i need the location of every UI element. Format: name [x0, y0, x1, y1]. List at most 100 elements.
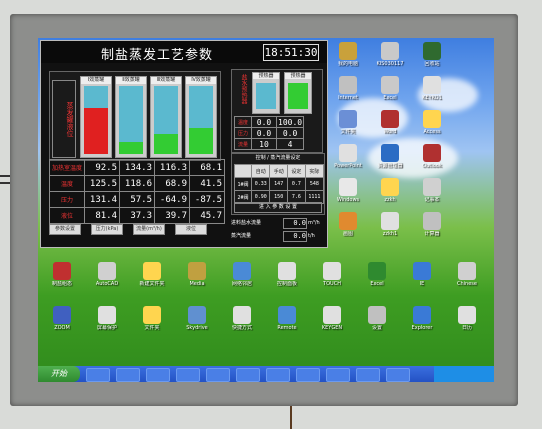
window-title: 制盐蒸发工艺参数 [101, 48, 214, 63]
desktop-icon-label: Outlook [422, 163, 442, 169]
table-row: 温度 125.5 118.6 68.9 41.5 [49, 175, 225, 192]
taskbar-button[interactable] [206, 368, 230, 382]
taskbar-button[interactable] [356, 368, 380, 382]
desktop-icon[interactable]: 文件夹 [132, 306, 172, 342]
row-label: 流量 [234, 138, 252, 150]
desktop-icon[interactable]: 设置 [357, 306, 397, 342]
taskbar-button[interactable] [326, 368, 350, 382]
desktop-icon[interactable]: Windows [328, 178, 368, 214]
row-label: 温度 [49, 175, 85, 192]
desktop-icon[interactable]: Skydrive [177, 306, 217, 342]
desktop-icon[interactable]: Outlook [412, 144, 452, 180]
desktop-icon[interactable]: IE [402, 262, 442, 298]
taskbar-button[interactable] [176, 368, 200, 382]
desktop-icon-glyph [381, 42, 399, 60]
desktop-icon[interactable]: TOUCH [312, 262, 352, 298]
desktop-icon[interactable]: 计算器 [412, 212, 452, 248]
desktop-icon[interactable]: 控制面板 [267, 262, 307, 298]
desktop-icon[interactable]: Media [177, 262, 217, 298]
flow-unit: t/h [308, 233, 315, 239]
tab-0[interactable]: 参数设置 [49, 224, 81, 235]
desktop-icon[interactable]: Chinese [447, 262, 487, 298]
table-cell: 0.0 [275, 127, 305, 139]
taskbar-button[interactable] [296, 368, 320, 382]
desktop-icon[interactable]: 日历 [447, 306, 487, 342]
column-header: 实际 [304, 164, 325, 178]
taskbar-button[interactable] [386, 368, 410, 382]
evaporator-tank: Ⅱ效蒸罐 [115, 76, 147, 158]
desktop-icon[interactable]: AutoCAD [87, 262, 127, 298]
table-cell: 39.7 [154, 207, 190, 224]
desktop-icon[interactable]: 画图 [328, 212, 368, 248]
taskbar-button[interactable] [116, 368, 140, 382]
evaporator-tank: Ⅲ效蒸罐 [150, 76, 182, 158]
flow-label: 进料盐水流量 [231, 220, 262, 226]
tab-3[interactable]: 液位 [175, 224, 207, 235]
desktop-icon[interactable]: 网络邻居 [222, 262, 262, 298]
desktop-icon[interactable]: KEYKO1 [412, 76, 452, 112]
enter-settings-button[interactable]: 进 入 参 数 设 置 [234, 202, 322, 213]
desktop-icon-glyph [339, 144, 357, 162]
table-cell: 125.5 [84, 175, 120, 192]
desktop-icon[interactable]: Explorer [402, 306, 442, 342]
desktop-icon-label: 制盐组态 [51, 281, 72, 287]
desktop-icon[interactable]: 记事本 [412, 178, 452, 214]
desktop-icon[interactable]: Excel [357, 262, 397, 298]
desktop-icon[interactable]: Word [370, 110, 410, 146]
start-button[interactable]: 开始 [38, 366, 80, 382]
table-cell: 100.0 [275, 116, 305, 128]
preheater-tank: 预热器 [252, 72, 280, 114]
desktop-icon-glyph [323, 306, 341, 324]
desktop-icon-glyph [339, 42, 357, 60]
desktop-icon-glyph [339, 110, 357, 128]
desktop-icon-label: TOUCH [323, 281, 341, 287]
taskbar-button[interactable] [266, 368, 290, 382]
desktop-icon-label: KIS030117 [376, 61, 404, 67]
flow-row: 蒸汽流量 0.0 t/h [231, 231, 323, 242]
taskbar-button[interactable] [86, 368, 110, 382]
desktop-icon[interactable]: 资源管理器 [370, 144, 410, 180]
row-label: 液位 [49, 207, 85, 224]
desktop-icon[interactable]: zzkh1 [370, 212, 410, 248]
window-title-bar: 制盐蒸发工艺参数 18:51:30 [41, 41, 327, 63]
flow-value: 0.0 [283, 218, 307, 229]
desktop-icon[interactable]: Remote [267, 306, 307, 342]
desktop-icon-glyph [278, 262, 296, 280]
desktop-icon[interactable]: 新建文件夹 [132, 262, 172, 298]
desktop-screen: 我的电脑 KIS030117 回收站 Internet Excel KEYKO1 文件夹 Wo… [38, 38, 494, 382]
desktop-icon[interactable]: 文件夹 [328, 110, 368, 146]
tab-2[interactable]: 流量(m³/h) [133, 224, 165, 235]
desktop-icon-glyph [339, 178, 357, 196]
desktop-icon-label: 画图 [342, 231, 353, 237]
table-cell: 92.5 [84, 159, 120, 176]
desktop-icon-glyph [278, 306, 296, 324]
desktop-icon[interactable]: zzkh [370, 178, 410, 214]
desktop-icon[interactable]: Internet [328, 76, 368, 112]
desktop-icon-glyph [423, 110, 441, 128]
desktop-icon-glyph [413, 262, 431, 280]
evaporator-tank: Ⅳ效蒸罐 [185, 76, 217, 158]
desktop-icon[interactable]: 屏幕保护 [87, 306, 127, 342]
desktop-icon-label: 日历 [461, 325, 472, 331]
taskbar-button[interactable] [146, 368, 170, 382]
table-row: 液位 81.4 37.3 39.7 45.7 [49, 207, 225, 224]
taskbar-button[interactable] [236, 368, 260, 382]
desktop-icon-label: 文件夹 [340, 129, 356, 135]
desktop-icon-glyph [188, 262, 206, 280]
table-cell: 548 [304, 177, 325, 191]
desktop-icon[interactable]: ZOOM [42, 306, 82, 342]
desktop-icon[interactable]: 回收站 [412, 42, 452, 78]
desktop-icon[interactable]: Excel [370, 76, 410, 112]
desktop-icon[interactable]: Access [412, 110, 452, 146]
control-panel: 控制 / 蒸汽流量设定 自动 手动 设定 实际 1#阀 0.33 147 0.7 548 2#阀 0… [231, 153, 325, 215]
desktop-icon[interactable]: 我的电脑 [328, 42, 368, 78]
desktop-icon[interactable]: 快捷方式 [222, 306, 262, 342]
desktop-icon[interactable]: 制盐组态 [42, 262, 82, 298]
desktop-icon[interactable]: PowerPoint [328, 144, 368, 180]
desktop-icon[interactable]: KIS030117 [370, 42, 410, 78]
tab-1[interactable]: 压力(kPa) [91, 224, 123, 235]
desktop-icon-label: 网络邻居 [231, 281, 252, 287]
desktop-icon-label: 文件夹 [144, 325, 160, 331]
column-header: 手动 [269, 164, 289, 178]
desktop-icon[interactable]: KEYGEN [312, 306, 352, 342]
